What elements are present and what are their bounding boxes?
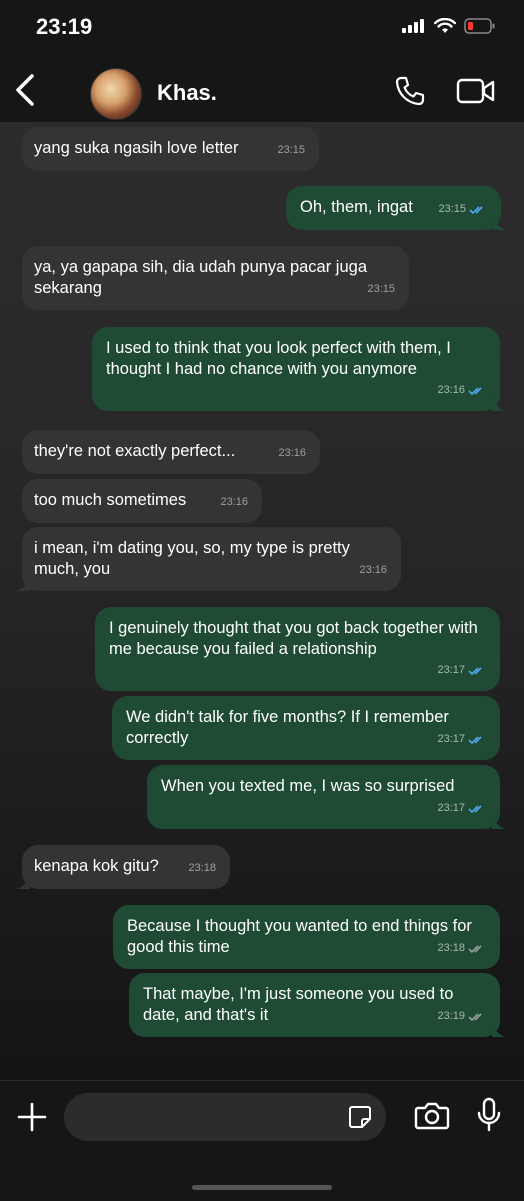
phone-call-icon[interactable] <box>394 75 426 107</box>
bubble-tail <box>16 577 30 591</box>
battery-low-icon <box>464 18 495 34</box>
message-time: 23:17 <box>437 798 486 819</box>
sticker-icon[interactable] <box>348 1105 372 1129</box>
bubble-tail <box>16 875 30 889</box>
home-indicator <box>192 1185 332 1190</box>
plus-icon[interactable] <box>16 1101 48 1133</box>
bubble-tail <box>493 216 507 230</box>
message-time: 23:15 <box>438 199 487 220</box>
message-time: 23:17 <box>437 660 486 681</box>
message-outgoing[interactable]: I genuinely thought that you got back to… <box>95 607 500 691</box>
message-time: 23:16 <box>359 564 387 576</box>
back-chevron-icon[interactable] <box>12 72 40 108</box>
message-text: That maybe, I'm just someone you used to… <box>143 985 454 1024</box>
signal-icon <box>402 19 424 33</box>
message-text: ya, ya gapapa sih, dia udah punya pacar … <box>34 258 367 297</box>
message-time: 23:18 <box>437 938 486 959</box>
message-time: 23:16 <box>220 496 248 508</box>
message-input[interactable] <box>64 1093 386 1141</box>
message-outgoing[interactable]: We didn't talk for five months? If I rem… <box>112 696 500 760</box>
message-incoming[interactable]: ya, ya gapapa sih, dia udah punya pacar … <box>22 246 409 310</box>
read-double-check-icon <box>468 666 482 675</box>
message-text: When you texted me, I was so surprised <box>161 777 455 795</box>
delivered-double-check-icon <box>468 944 482 953</box>
message-time: 23:19 <box>437 1006 486 1027</box>
read-double-check-icon <box>468 804 482 813</box>
message-list[interactable]: yang suka ngasih love letter 23:15 Oh, t… <box>0 122 524 1080</box>
message-text: I genuinely thought that you got back to… <box>109 619 478 658</box>
video-call-icon[interactable] <box>456 78 496 104</box>
message-outgoing[interactable]: That maybe, I'm just someone you used to… <box>129 973 506 1037</box>
camera-icon[interactable] <box>414 1101 450 1131</box>
message-outgoing[interactable]: Oh, them, ingat 23:15 <box>286 186 507 230</box>
status-time: 23:19 <box>36 14 93 39</box>
message-incoming[interactable]: too much sometimes 23:16 <box>22 479 262 523</box>
message-outgoing[interactable]: Because I thought you wanted to end thin… <box>113 905 500 969</box>
message-incoming[interactable]: yang suka ngasih love letter 23:15 <box>22 127 319 171</box>
message-text: i mean, i'm dating you, so, my type is p… <box>34 539 350 578</box>
bubble-tail <box>492 815 506 829</box>
message-text: too much sometimes <box>34 491 187 509</box>
bubble-tail <box>492 1023 506 1037</box>
message-incoming[interactable]: i mean, i'm dating you, so, my type is p… <box>16 527 401 591</box>
message-text: I used to think that you look perfect wi… <box>106 339 451 378</box>
message-incoming[interactable]: they're not exactly perfect... 23:16 <box>22 430 320 474</box>
message-time: 23:15 <box>367 283 395 295</box>
read-double-check-icon <box>469 205 483 214</box>
microphone-icon[interactable] <box>476 1097 502 1133</box>
bubble-tail <box>492 397 506 411</box>
message-text: yang suka ngasih love letter <box>34 139 239 157</box>
message-outgoing[interactable]: I used to think that you look perfect wi… <box>92 327 506 411</box>
wifi-icon <box>434 18 456 33</box>
message-time: 23:16 <box>437 380 486 401</box>
composer-bar <box>0 1080 524 1201</box>
message-incoming[interactable]: kenapa kok gitu? 23:18 <box>16 845 230 889</box>
read-double-check-icon <box>468 386 482 395</box>
message-outgoing[interactable]: When you texted me, I was so surprised 2… <box>147 765 506 829</box>
delivered-double-check-icon <box>468 1012 482 1021</box>
read-double-check-icon <box>468 735 482 744</box>
contact-name[interactable]: Khas. <box>157 80 217 106</box>
contact-avatar[interactable] <box>90 68 142 120</box>
message-time: 23:15 <box>277 144 305 156</box>
status-icons <box>402 18 496 34</box>
message-text: We didn't talk for five months? If I rem… <box>126 708 449 747</box>
chat-header: 23:19 Khas. <box>0 0 524 123</box>
message-time: 23:17 <box>437 729 486 750</box>
message-time: 23:16 <box>278 447 306 459</box>
message-time: 23:18 <box>188 862 216 874</box>
message-text: they're not exactly perfect... <box>34 442 236 460</box>
message-text: Because I thought you wanted to end thin… <box>127 917 472 956</box>
